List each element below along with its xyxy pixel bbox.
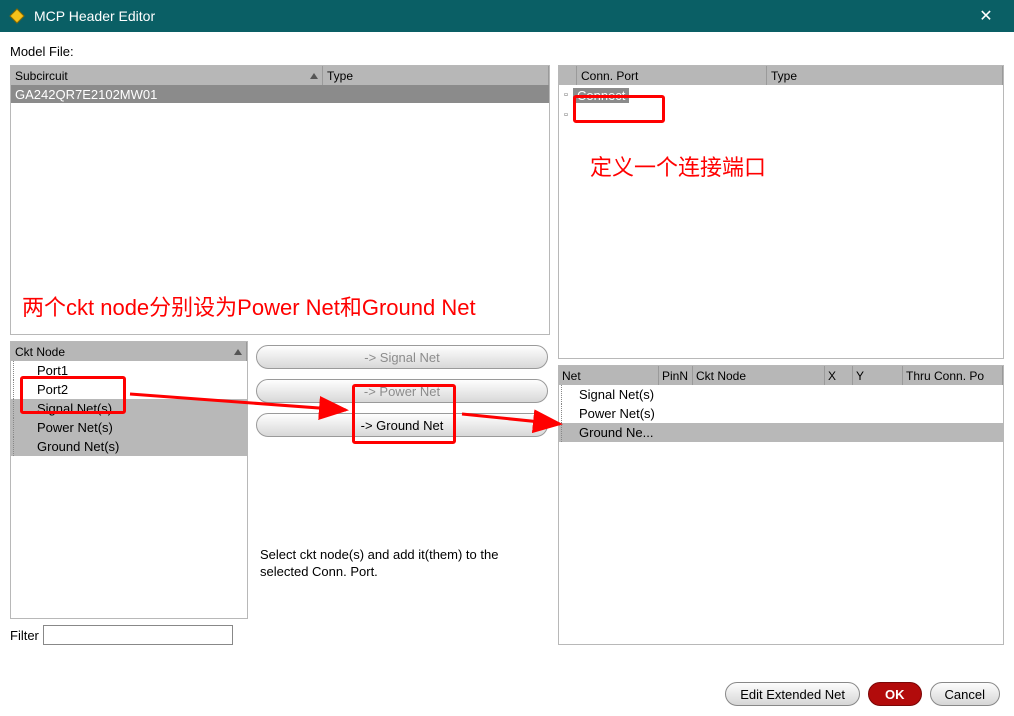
list-item[interactable]: Power Net(s) — [559, 404, 1003, 423]
list-item[interactable]: Power Net(s) — [11, 418, 247, 437]
to-signal-net-button[interactable]: -> Signal Net — [256, 345, 548, 369]
subcircuit-cell: GA242QR7E2102MW01 — [11, 87, 323, 102]
list-item[interactable]: Port2 — [11, 380, 247, 399]
ckt-node-list[interactable]: Port1 Port2 Signal Net(s) Power Net(s) G… — [11, 361, 247, 613]
expand-icon[interactable]: ▫ — [559, 109, 573, 121]
col-ckt[interactable]: Ckt Node — [693, 366, 825, 385]
to-power-net-button[interactable]: -> Power Net — [256, 379, 548, 403]
cancel-button[interactable]: Cancel — [930, 682, 1000, 706]
to-ground-net-button[interactable]: -> Ground Net — [256, 413, 548, 437]
app-icon — [8, 7, 26, 25]
col-conn-port[interactable]: Conn. Port — [577, 66, 767, 85]
close-button[interactable]: ✕ — [966, 0, 1006, 32]
conn-port-name: Connect — [573, 88, 629, 103]
subcircuit-table[interactable]: Subcircuit Type GA242QR7E2102MW01 — [10, 65, 550, 335]
col-subcircuit[interactable]: Subcircuit — [11, 66, 323, 85]
col-y[interactable]: Y — [853, 366, 903, 385]
filter-input[interactable] — [43, 625, 233, 645]
titlebar: MCP Header Editor ✕ — [0, 0, 1014, 32]
col-pinn[interactable]: PinN — [659, 366, 693, 385]
table-row[interactable]: ▫ — [559, 105, 1003, 125]
ckt-node-panel: Ckt Node Port1 Port2 Signal Net(s) Power… — [10, 341, 248, 619]
col-type[interactable]: Type — [323, 66, 549, 85]
filter-label: Filter — [10, 628, 39, 643]
col-x[interactable]: X — [825, 366, 853, 385]
conn-port-panel: Conn. Port Type ▫ Connect ▫ — [558, 65, 1004, 359]
list-item[interactable]: Port1 — [11, 361, 247, 380]
list-item[interactable]: Signal Net(s) — [11, 399, 247, 418]
table-row[interactable]: ▫ Connect — [559, 85, 1003, 105]
window-title: MCP Header Editor — [34, 8, 966, 24]
assign-buttons-col: -> Signal Net -> Power Net -> Ground Net… — [254, 341, 550, 619]
list-item[interactable]: Signal Net(s) — [559, 385, 1003, 404]
net-panel: Net PinN Ckt Node X Y Thru Conn. Po Sign… — [558, 365, 1004, 645]
col-spacer — [559, 66, 577, 85]
list-item[interactable]: Ground Ne... — [559, 423, 1003, 442]
edit-extended-net-button[interactable]: Edit Extended Net — [725, 682, 860, 706]
col-ckt-node[interactable]: Ckt Node — [11, 342, 247, 361]
model-file-label: Model File: — [10, 44, 1004, 59]
col-conn-type[interactable]: Type — [767, 66, 1003, 85]
hint-text: Select ckt node(s) and add it(them) to t… — [256, 547, 548, 581]
ok-button[interactable]: OK — [868, 682, 922, 706]
col-thru[interactable]: Thru Conn. Po — [903, 366, 1003, 385]
list-item[interactable]: Ground Net(s) — [11, 437, 247, 456]
col-net[interactable]: Net — [559, 366, 659, 385]
table-row[interactable]: GA242QR7E2102MW01 — [11, 85, 549, 103]
expand-icon[interactable]: ▫ — [559, 89, 573, 101]
